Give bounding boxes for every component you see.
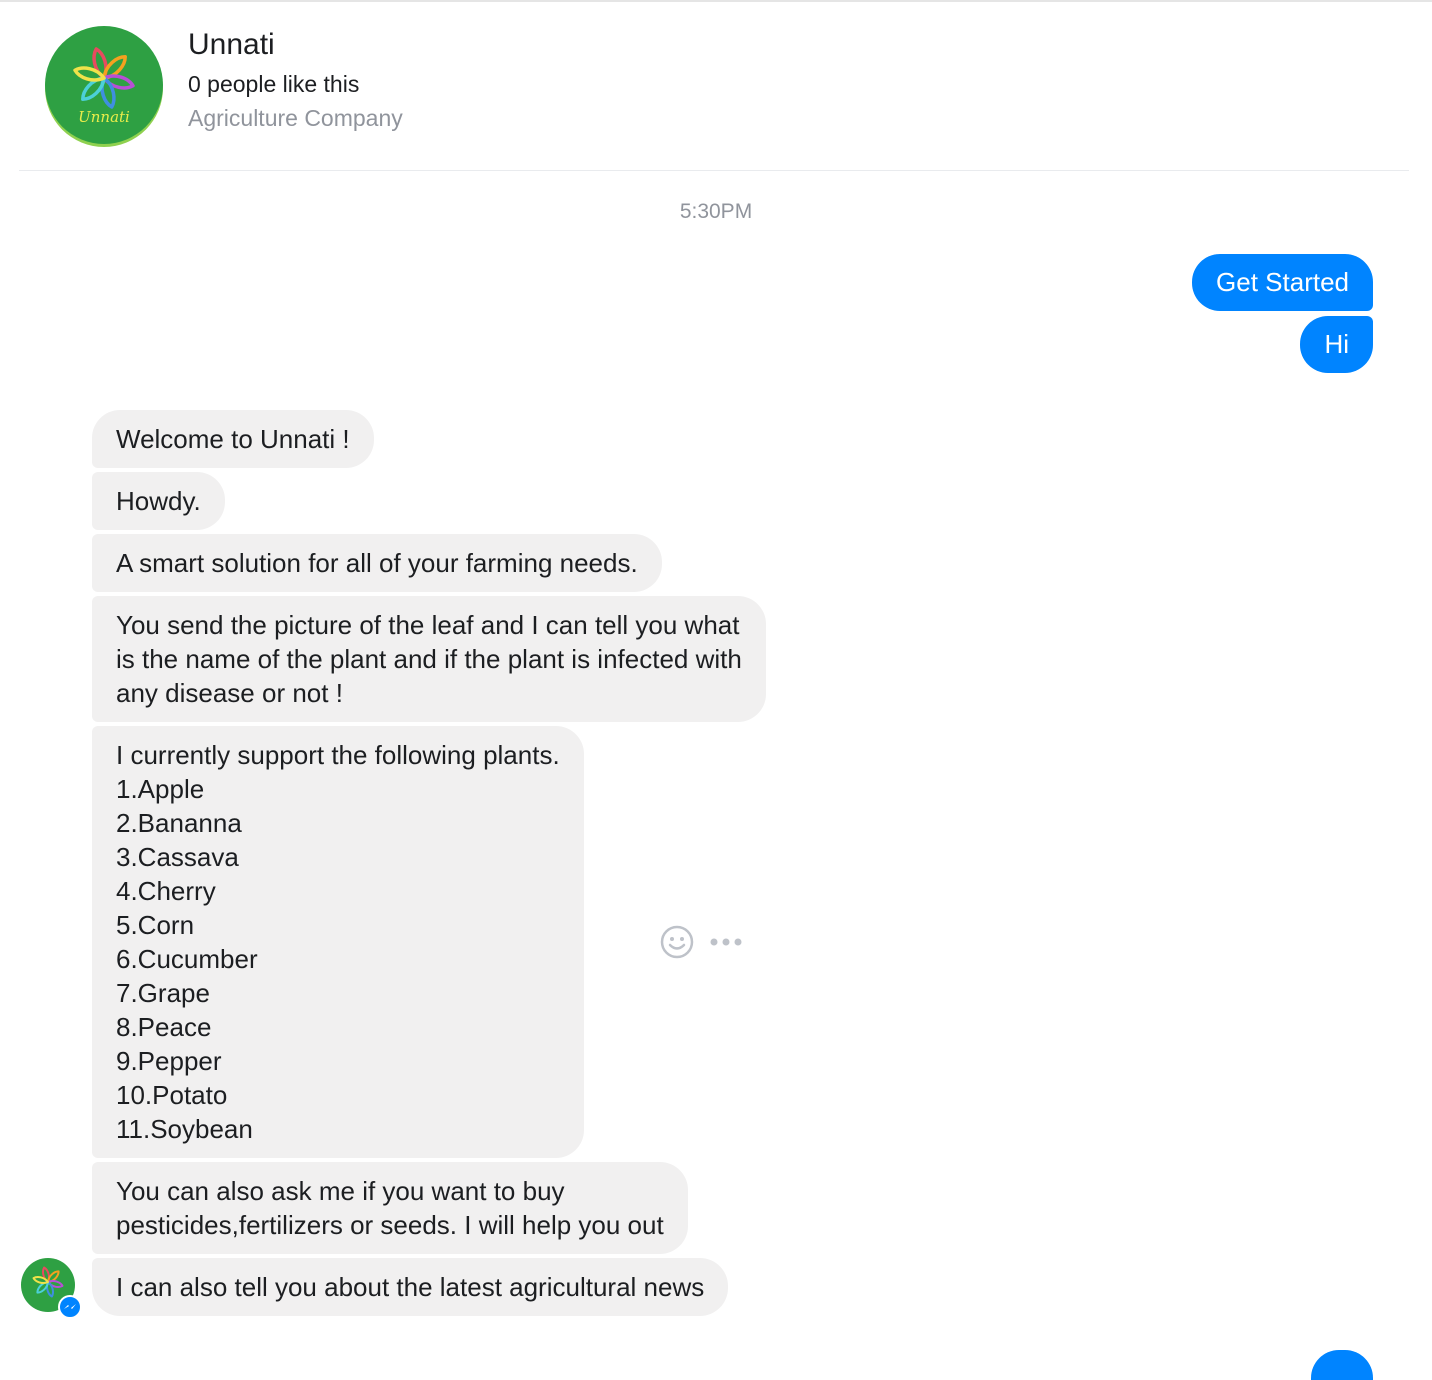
incoming-message[interactable]: You can also ask me if you want to buy p… xyxy=(92,1162,688,1254)
incoming-message[interactable]: Welcome to Unnati ! xyxy=(92,410,374,468)
smiley-icon[interactable] xyxy=(659,924,695,965)
incoming-message[interactable]: You send the picture of the leaf and I c… xyxy=(92,596,766,722)
logo-text: Unnati xyxy=(78,108,130,126)
messenger-badge-icon xyxy=(58,1295,82,1319)
outgoing-message-partial[interactable] xyxy=(1311,1350,1373,1380)
page-logo[interactable]: Unnati xyxy=(45,26,163,144)
page-name[interactable]: Unnati xyxy=(188,28,275,62)
page-header: Unnati Unnati 0 people like this Agricul… xyxy=(0,0,1432,172)
incoming-message[interactable]: A smart solution for all of your farming… xyxy=(92,534,662,592)
incoming-message[interactable]: Howdy. xyxy=(92,472,225,530)
page-likes-count: 0 people like this xyxy=(188,71,360,97)
incoming-message[interactable]: I currently support the following plants… xyxy=(92,726,584,1158)
header-divider xyxy=(19,170,1409,171)
outgoing-message[interactable]: Hi xyxy=(1300,316,1373,373)
outgoing-message[interactable]: Get Started xyxy=(1192,254,1373,311)
flower-logo-icon xyxy=(73,47,135,109)
page-category: Agriculture Company xyxy=(188,105,403,131)
more-dots-icon[interactable] xyxy=(709,934,745,955)
incoming-message[interactable]: I can also tell you about the latest agr… xyxy=(92,1258,729,1316)
conversation-timestamp: 5:30PM xyxy=(679,200,753,223)
